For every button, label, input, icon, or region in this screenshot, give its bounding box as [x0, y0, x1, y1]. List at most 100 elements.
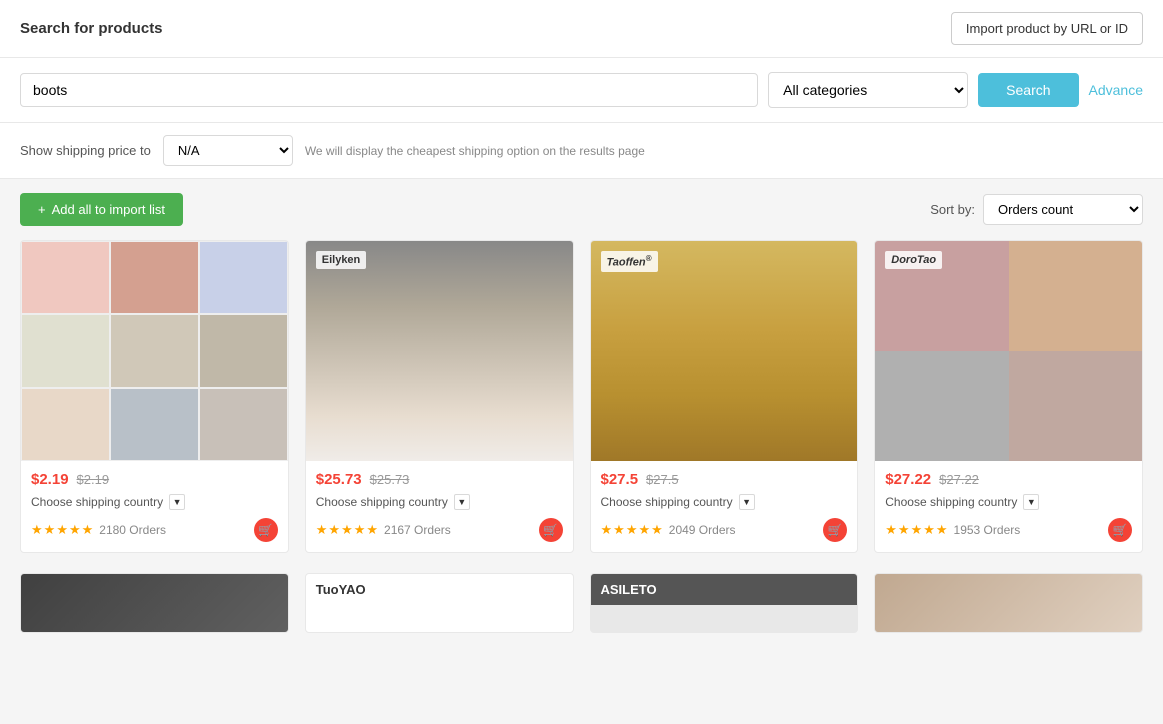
- price-original: $27.5: [646, 472, 679, 487]
- shipping-country-row: Choose shipping country ▼: [601, 494, 848, 510]
- product-image[interactable]: DoroTao: [875, 241, 1142, 461]
- product-image[interactable]: [21, 241, 288, 461]
- star-icon: ★: [898, 522, 910, 538]
- mosaic-cell: [199, 388, 288, 461]
- price-current: $2.19: [31, 471, 69, 488]
- partial-product-card: [874, 573, 1143, 633]
- star-icon: ★: [69, 522, 81, 538]
- product-image-fashion: [875, 241, 1142, 461]
- orders-count: 1953 Orders: [954, 523, 1021, 537]
- add-to-cart-button[interactable]: 🛒: [1108, 518, 1132, 542]
- star-icon: ★: [626, 522, 638, 538]
- star-icon: ★: [651, 522, 663, 538]
- star-icon: ★: [601, 522, 613, 538]
- brand-label: Eilyken: [316, 251, 367, 269]
- star-icon: ★: [328, 522, 340, 538]
- shipping-country-label: Choose shipping country: [31, 495, 163, 509]
- price-current: $27.22: [885, 471, 931, 488]
- mosaic-cell: [110, 388, 199, 461]
- partial-brand-label: TuoYAO: [306, 574, 573, 605]
- search-bar: All categories Women's Shoes Men's Shoes…: [0, 58, 1163, 123]
- mosaic-cell: [110, 314, 199, 387]
- add-to-cart-button[interactable]: 🛒: [254, 518, 278, 542]
- fashion-cell: [1009, 351, 1142, 461]
- star-half-icon: ★: [82, 522, 94, 538]
- shipping-country-select[interactable]: N/A United States United Kingdom Germany…: [163, 135, 293, 166]
- shipping-label: Show shipping price to: [20, 143, 151, 158]
- rating-row: ★ ★ ★ ★ ★ 1953 Orders 🛒: [885, 518, 1132, 542]
- product-info: $2.19 $2.19 Choose shipping country ▼ ★ …: [21, 461, 288, 552]
- fashion-cell: [875, 351, 1008, 461]
- fashion-cell: [1009, 241, 1142, 351]
- product-card: Taoffen® $27.5 $27.5 Choose shipping cou…: [590, 240, 859, 553]
- shipping-country-dropdown-icon[interactable]: ▼: [169, 494, 185, 510]
- product-image[interactable]: Eilyken: [306, 241, 573, 461]
- brand-label: Taoffen®: [601, 251, 658, 272]
- search-input[interactable]: [20, 73, 758, 107]
- add-to-cart-button[interactable]: 🛒: [539, 518, 563, 542]
- star-icon: ★: [31, 522, 43, 538]
- product-card: DoroTao $27.22 $27.22 Choose shipping co…: [874, 240, 1143, 553]
- star-icon: ★: [885, 522, 897, 538]
- star-icon: ★: [911, 522, 923, 538]
- sort-by-label: Sort by:: [930, 202, 975, 217]
- price-original: $25.73: [370, 472, 410, 487]
- price-current: $27.5: [601, 471, 639, 488]
- rating-row: ★ ★ ★ ★ ★ 2049 Orders 🛒: [601, 518, 848, 542]
- brand-label: DoroTao: [885, 251, 942, 269]
- price-row: $27.22 $27.22: [885, 471, 1132, 488]
- sort-select[interactable]: Orders count Price low to high Price hig…: [983, 194, 1143, 225]
- cart-icon-symbol: 🛒: [258, 523, 273, 537]
- product-image-mosaic: [21, 241, 288, 461]
- cart-icon-symbol: 🛒: [828, 523, 843, 537]
- product-card: Eilyken $25.73 $25.73 Choose shipping co…: [305, 240, 574, 553]
- shipping-country-label: Choose shipping country: [885, 495, 1017, 509]
- star-icon: ★: [613, 522, 625, 538]
- top-bar: Search for products Import product by UR…: [0, 0, 1163, 58]
- add-all-button[interactable]: + Add all to import list: [20, 193, 183, 226]
- mosaic-cell: [21, 314, 110, 387]
- orders-count: 2167 Orders: [384, 523, 451, 537]
- sort-by-container: Sort by: Orders count Price low to high …: [930, 194, 1143, 225]
- star-icon: ★: [44, 522, 56, 538]
- rating-row: ★ ★ ★ ★ ★ 2167 Orders 🛒: [316, 518, 563, 542]
- shipping-country-label: Choose shipping country: [316, 495, 448, 509]
- category-select[interactable]: All categories Women's Shoes Men's Shoes…: [768, 72, 968, 108]
- search-button[interactable]: Search: [978, 73, 1078, 107]
- import-product-button[interactable]: Import product by URL or ID: [951, 12, 1143, 45]
- orders-count: 2049 Orders: [669, 523, 736, 537]
- star-icon: ★: [316, 522, 328, 538]
- shipping-country-label: Choose shipping country: [601, 495, 733, 509]
- partial-products-grid: TuoYAO ASILETO: [0, 573, 1163, 633]
- product-info: $27.22 $27.22 Choose shipping country ▼ …: [875, 461, 1142, 552]
- partial-product-card: ASILETO: [590, 573, 859, 633]
- product-info: $27.5 $27.5 Choose shipping country ▼ ★ …: [591, 461, 858, 552]
- shipping-country-dropdown-icon[interactable]: ▼: [454, 494, 470, 510]
- shipping-country-row: Choose shipping country ▼: [885, 494, 1132, 510]
- star-icon: ★: [354, 522, 366, 538]
- product-info: $25.73 $25.73 Choose shipping country ▼ …: [306, 461, 573, 552]
- shipping-hint: We will display the cheapest shipping op…: [305, 144, 645, 158]
- mosaic-cell: [21, 388, 110, 461]
- shipping-country-dropdown-icon[interactable]: ▼: [739, 494, 755, 510]
- mosaic-cell: [199, 314, 288, 387]
- star-icon: ★: [638, 522, 650, 538]
- rating-row: ★ ★ ★ ★ ★ 2180 Orders 🛒: [31, 518, 278, 542]
- star-icon: ★: [923, 522, 935, 538]
- stars: ★ ★ ★ ★ ★: [31, 522, 93, 538]
- product-image[interactable]: Taoffen®: [591, 241, 858, 461]
- plus-icon: +: [38, 202, 46, 217]
- advance-button[interactable]: Advance: [1089, 82, 1143, 98]
- partial-product-card: TuoYAO: [305, 573, 574, 633]
- price-current: $25.73: [316, 471, 362, 488]
- star-icon: ★: [366, 522, 378, 538]
- cart-icon-symbol: 🛒: [1113, 523, 1128, 537]
- stars: ★ ★ ★ ★ ★: [316, 522, 378, 538]
- price-original: $2.19: [77, 472, 110, 487]
- page-title: Search for products: [20, 20, 163, 37]
- mosaic-cell: [110, 241, 199, 314]
- shipping-country-dropdown-icon[interactable]: ▼: [1023, 494, 1039, 510]
- mosaic-cell: [199, 241, 288, 314]
- add-to-cart-button[interactable]: 🛒: [823, 518, 847, 542]
- star-half-icon: ★: [936, 522, 948, 538]
